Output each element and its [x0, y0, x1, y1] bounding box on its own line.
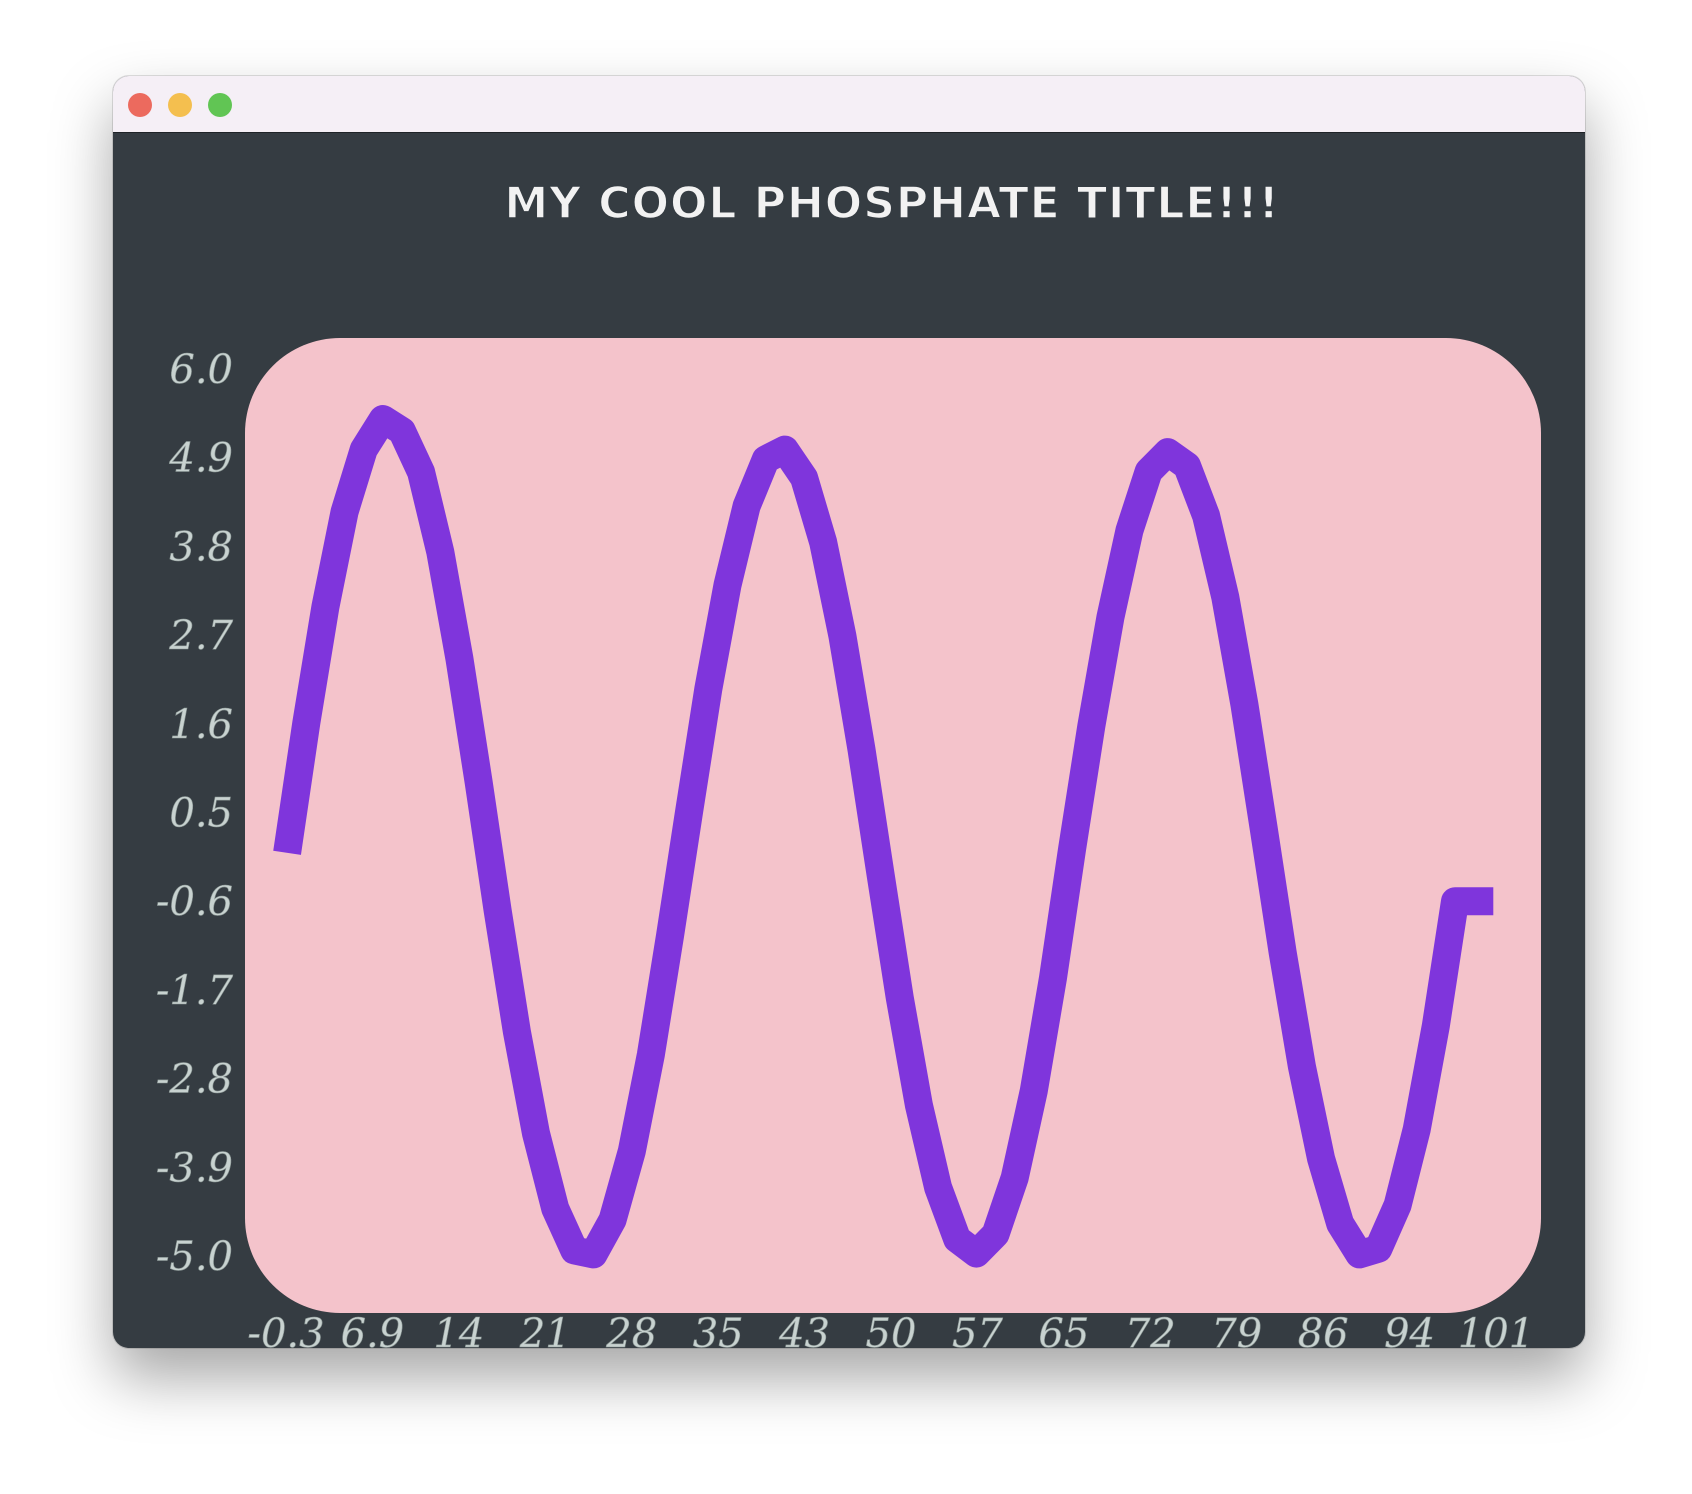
line-chart: MY COOL PHOSPHATE TITLE!!! 6.0 4.9 3.8 2.7 1…	[156, 177, 1541, 1348]
y-tick-label: 2.7	[168, 613, 233, 659]
plot-area	[245, 338, 1541, 1313]
y-tick-label: 0.5	[169, 791, 233, 837]
x-axis-ticks: -0.3 6.9 14 21 28 35 43 50 57 65 72 79 86 94 101	[247, 1311, 1534, 1348]
x-tick-label: 94	[1384, 1311, 1435, 1348]
x-tick-label: -0.3	[247, 1311, 324, 1348]
x-tick-label: 72	[1125, 1311, 1176, 1348]
x-tick-label: 43	[778, 1311, 830, 1348]
y-tick-label: -0.6	[156, 879, 233, 925]
y-axis-ticks: 6.0 4.9 3.8 2.7 1.6 0.5 -0.6 -1.7 -2.8 -3.9 -5.0	[156, 347, 234, 1281]
minimize-button[interactable]	[168, 93, 192, 117]
window-titlebar[interactable]	[113, 76, 1585, 133]
y-tick-label: 3.8	[169, 524, 233, 570]
x-tick-label: 86	[1298, 1311, 1349, 1348]
y-tick-label: 6.0	[169, 347, 233, 393]
close-button[interactable]	[128, 93, 152, 117]
chart-title: MY COOL PHOSPHATE TITLE!!!	[504, 178, 1279, 229]
x-tick-label: 6.9	[341, 1311, 405, 1348]
x-tick-label: 65	[1038, 1311, 1089, 1348]
app-window: MY COOL PHOSPHATE TITLE!!! 6.0 4.9 3.8 2.7 1…	[113, 76, 1585, 1348]
y-tick-label: -3.9	[156, 1145, 233, 1191]
x-tick-label: 101	[1458, 1311, 1534, 1348]
y-tick-label: -2.8	[156, 1057, 233, 1103]
x-tick-label: 35	[693, 1311, 744, 1348]
zoom-button[interactable]	[208, 93, 232, 117]
y-tick-label: 4.9	[168, 436, 233, 482]
x-tick-label: 28	[605, 1311, 657, 1348]
x-tick-label: 21	[519, 1311, 571, 1348]
y-tick-label: 1.6	[169, 702, 233, 748]
x-tick-label: 57	[952, 1311, 1003, 1348]
y-tick-label: -5.0	[156, 1234, 233, 1280]
x-tick-label: 14	[433, 1311, 484, 1348]
y-tick-label: -1.7	[156, 968, 234, 1014]
x-tick-label: 79	[1211, 1311, 1262, 1348]
x-tick-label: 50	[866, 1311, 917, 1348]
